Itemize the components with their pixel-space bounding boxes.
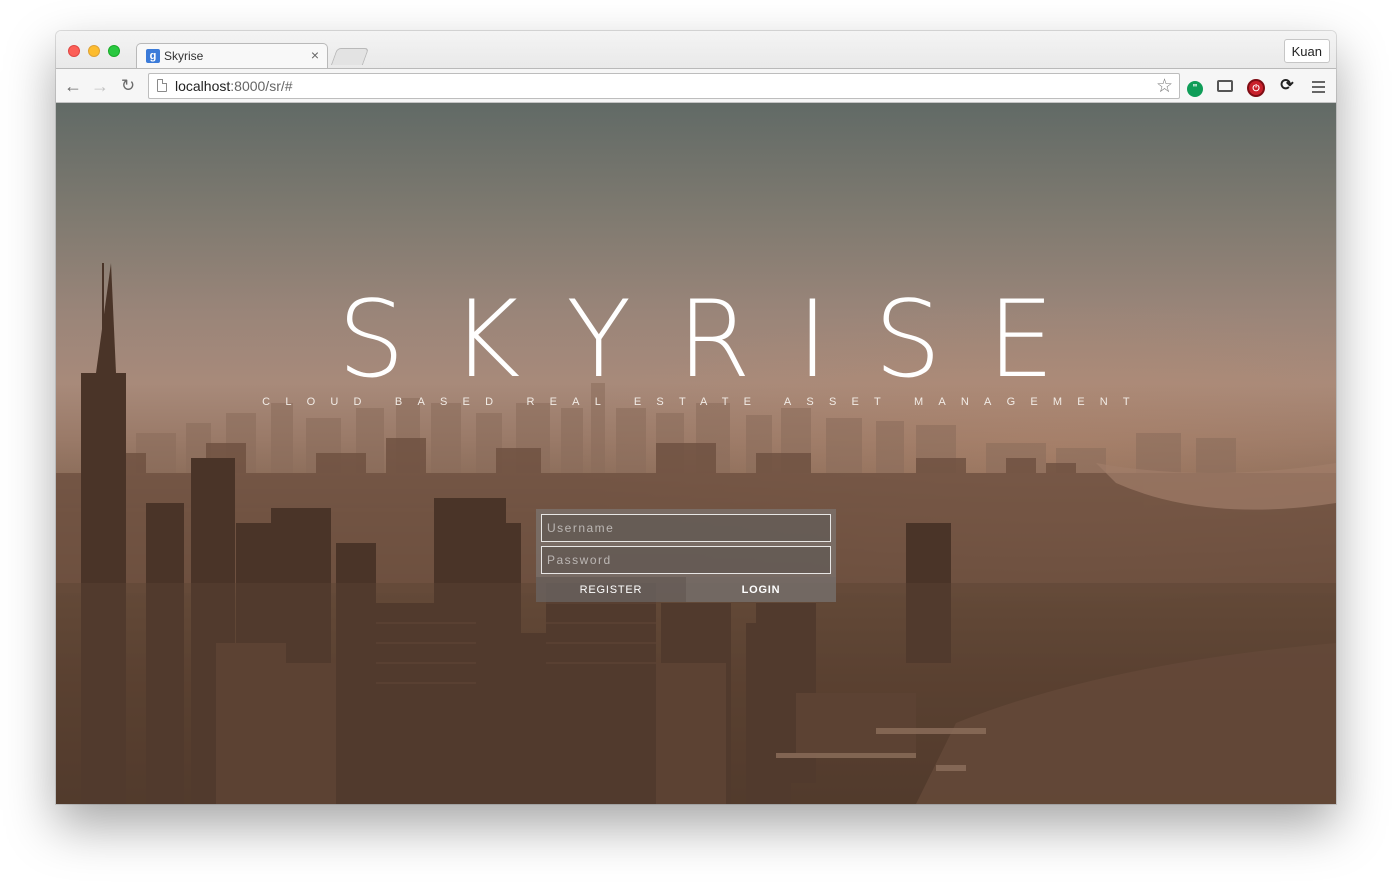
- city-skyline-image: [56, 263, 1336, 804]
- cast-icon[interactable]: [1215, 76, 1235, 96]
- window-minimize-button[interactable]: [88, 45, 100, 57]
- menu-icon[interactable]: [1308, 76, 1328, 98]
- tab-skyrise[interactable]: g Skyrise ×: [136, 43, 328, 69]
- sync-extension-icon[interactable]: ⟳: [1277, 76, 1297, 96]
- page-viewport: SKYRISE CLOUD BASED REAL ESTATE ASSET MA…: [56, 103, 1336, 804]
- back-arrow-icon[interactable]: ←: [63, 76, 83, 96]
- password-input[interactable]: [541, 546, 831, 574]
- window-close-button[interactable]: [68, 45, 80, 57]
- brand-tagline: CLOUD BASED REAL ESTATE ASSET MANAGEMENT: [262, 396, 1145, 408]
- url-path: :8000/sr/#: [230, 78, 293, 94]
- cast-glyph: [1217, 80, 1233, 92]
- tab-strip: g Skyrise × Kuan: [56, 31, 1336, 69]
- tab-title: Skyrise: [164, 49, 204, 63]
- tab-close-icon[interactable]: ×: [311, 47, 319, 63]
- login-panel: REGISTER LOGIN: [536, 509, 836, 602]
- google-favicon-icon: g: [146, 49, 160, 63]
- login-button[interactable]: LOGIN: [686, 577, 836, 602]
- brand-title: SKYRISE: [337, 278, 1101, 401]
- reload-icon[interactable]: ↻: [118, 76, 138, 96]
- register-button[interactable]: REGISTER: [536, 577, 686, 602]
- url-text[interactable]: localhost:8000/sr/#: [175, 78, 293, 94]
- hangouts-extension-icon[interactable]: ": [1185, 76, 1205, 97]
- hangouts-glyph: ": [1187, 81, 1203, 97]
- url-host: localhost: [175, 78, 231, 94]
- forward-arrow-icon[interactable]: →: [90, 76, 110, 96]
- profile-button[interactable]: Kuan: [1283, 39, 1330, 63]
- browser-window: g Skyrise × Kuan ← → ↻ localhost:8000/sr…: [56, 31, 1336, 804]
- adblock-extension-icon[interactable]: ⏻: [1246, 76, 1266, 97]
- username-input[interactable]: [541, 514, 831, 542]
- page-icon: [157, 79, 167, 92]
- adblock-glyph: ⏻: [1247, 79, 1265, 97]
- new-tab-button[interactable]: [330, 48, 370, 65]
- window-maximize-button[interactable]: [108, 45, 120, 57]
- bookmark-star-icon[interactable]: ☆: [1156, 75, 1173, 98]
- browser-toolbar: ← → ↻ localhost:8000/sr/# ☆ " ⏻ ⟳: [56, 68, 1336, 103]
- address-bar[interactable]: localhost:8000/sr/# ☆: [148, 73, 1180, 99]
